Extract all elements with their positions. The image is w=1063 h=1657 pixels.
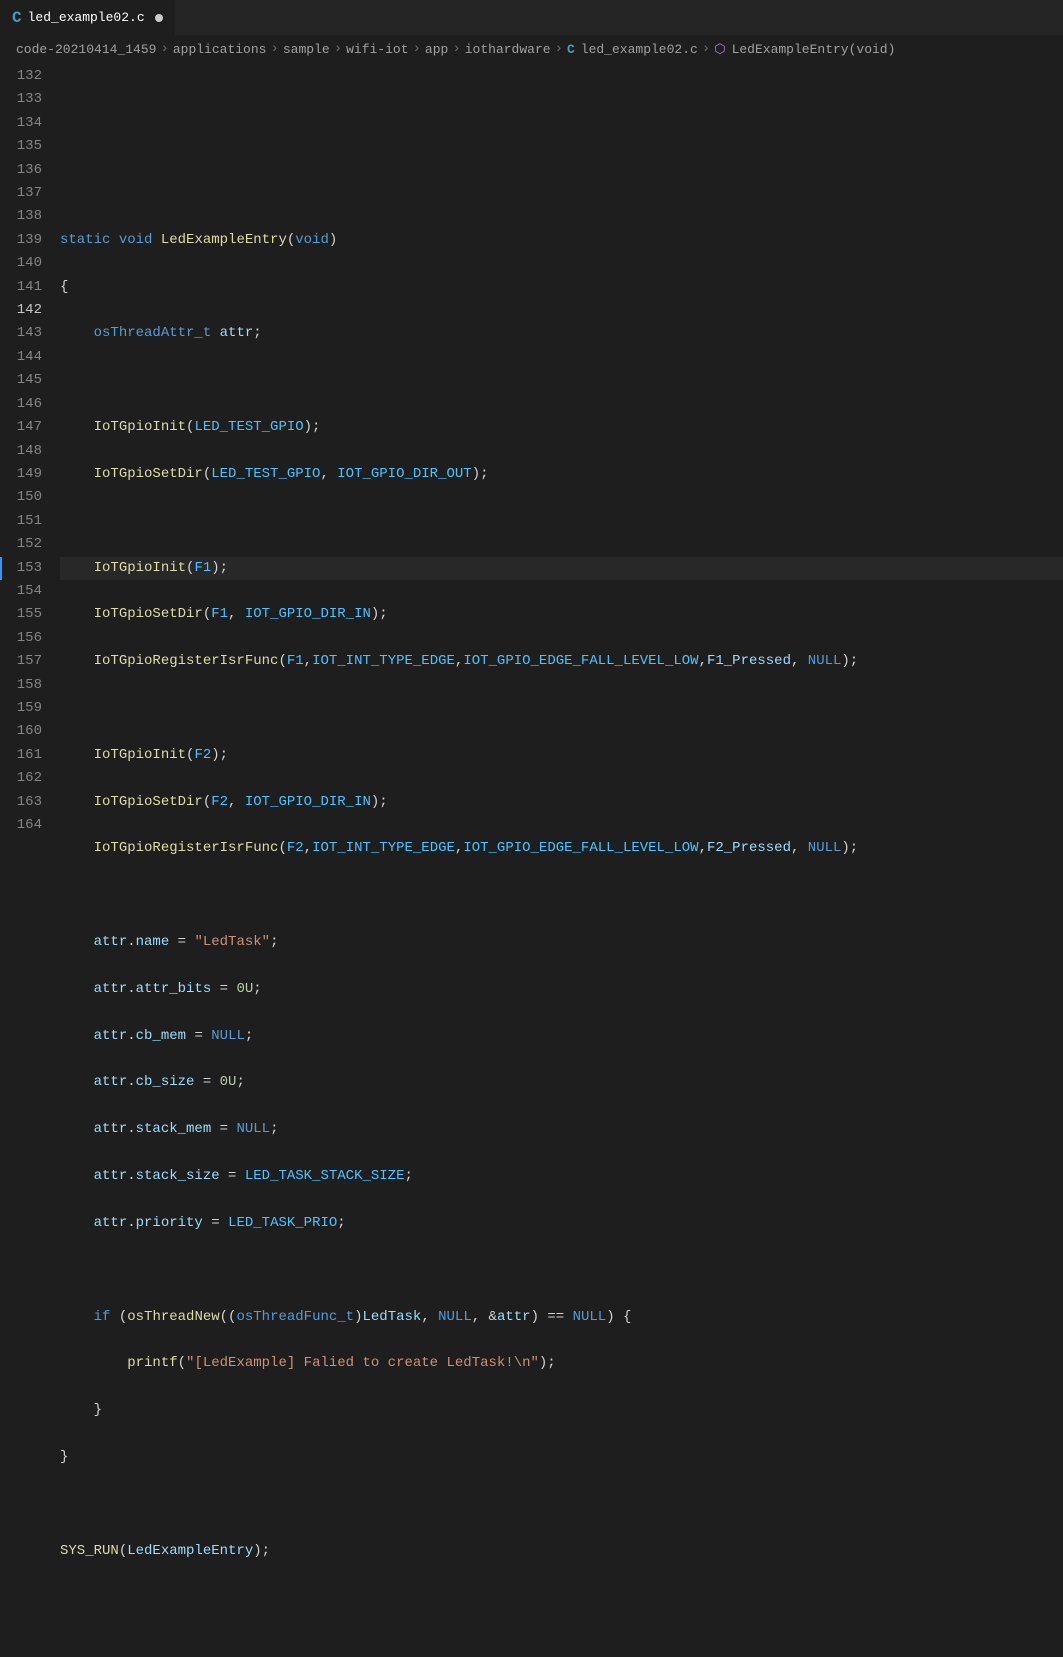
line-number: 158	[0, 674, 42, 697]
line-number: 156	[0, 627, 42, 650]
line-number: 142	[0, 299, 42, 322]
line-number: 146	[0, 393, 42, 416]
line-number: 153	[0, 557, 42, 580]
chevron-right-icon: ›	[270, 41, 278, 57]
code-line: IoTGpioSetDir(F1, IOT_GPIO_DIR_IN);	[60, 603, 1063, 626]
code-line: IoTGpioInit(LED_TEST_GPIO);	[60, 416, 1063, 439]
breadcrumb-item[interactable]: wifi-iot	[346, 42, 408, 57]
line-number: 133	[0, 88, 42, 111]
chevron-right-icon: ›	[555, 41, 563, 57]
code-line	[60, 510, 1063, 533]
code-line: osThreadAttr_t attr;	[60, 322, 1063, 345]
code-line: }	[60, 1446, 1063, 1469]
code-line	[60, 182, 1063, 205]
modified-indicator-icon	[155, 14, 163, 22]
line-number: 139	[0, 229, 42, 252]
breadcrumb-item[interactable]: sample	[283, 42, 330, 57]
code-line	[60, 1259, 1063, 1282]
line-number: 135	[0, 135, 42, 158]
code-line: IoTGpioSetDir(F2, IOT_GPIO_DIR_IN);	[60, 791, 1063, 814]
code-line: attr.cb_mem = NULL;	[60, 1025, 1063, 1048]
code-line: IoTGpioInit(F2);	[60, 744, 1063, 767]
chevron-right-icon: ›	[452, 41, 460, 57]
code-line: IoTGpioRegisterIsrFunc(F1,IOT_INT_TYPE_E…	[60, 650, 1063, 673]
tab-active[interactable]: C led_example02.c	[0, 0, 176, 35]
code-line	[60, 1586, 1063, 1609]
line-number: 134	[0, 112, 42, 135]
code-line	[60, 697, 1063, 720]
line-number: 138	[0, 205, 42, 228]
line-number: 154	[0, 580, 42, 603]
line-number: 161	[0, 744, 42, 767]
code-line: attr.priority = LED_TASK_PRIO;	[60, 1212, 1063, 1235]
breadcrumb: code-20210414_1459 › applications › samp…	[0, 35, 1063, 63]
line-number: 162	[0, 767, 42, 790]
line-number: 144	[0, 346, 42, 369]
chevron-right-icon: ›	[702, 41, 710, 57]
line-number: 150	[0, 486, 42, 509]
line-number: 157	[0, 650, 42, 673]
code-line: printf("[LedExample] Falied to create Le…	[60, 1352, 1063, 1375]
code-line: attr.attr_bits = 0U;	[60, 978, 1063, 1001]
code-line: if (osThreadNew((osThreadFunc_t)LedTask,…	[60, 1306, 1063, 1329]
code-line: static void LedExampleEntry(void)	[60, 229, 1063, 252]
code-line-active: IoTGpioInit(F1);	[60, 557, 1063, 580]
symbol-icon: ⬡	[714, 42, 725, 57]
code-line: attr.name = "LedTask";	[60, 931, 1063, 954]
line-number: 159	[0, 697, 42, 720]
line-number: 152	[0, 533, 42, 556]
line-number-gutter: 1321331341351361371381391401411421431441…	[0, 63, 60, 854]
line-number: 149	[0, 463, 42, 486]
chevron-right-icon: ›	[334, 41, 342, 57]
line-number: 160	[0, 720, 42, 743]
breadcrumb-item[interactable]: app	[425, 42, 448, 57]
line-number: 136	[0, 159, 42, 182]
code-line	[60, 1493, 1063, 1516]
breadcrumb-symbol[interactable]: LedExampleEntry(void)	[732, 42, 896, 57]
code-line: IoTGpioSetDir(LED_TEST_GPIO, IOT_GPIO_DI…	[60, 463, 1063, 486]
code-content[interactable]: static void LedExampleEntry(void) { osTh…	[60, 63, 1063, 854]
line-number: 137	[0, 182, 42, 205]
tab-bar: C led_example02.c	[0, 0, 1063, 35]
line-number: 145	[0, 369, 42, 392]
breadcrumb-item[interactable]: code-20210414_1459	[16, 42, 156, 57]
breadcrumb-item[interactable]: iothardware	[465, 42, 551, 57]
code-line	[60, 369, 1063, 392]
c-file-icon: C	[567, 42, 575, 57]
line-number: 164	[0, 814, 42, 837]
breadcrumb-item[interactable]: applications	[173, 42, 267, 57]
tab-filename: led_example02.c	[28, 10, 145, 25]
line-number: 151	[0, 510, 42, 533]
line-number: 163	[0, 791, 42, 814]
chevron-right-icon: ›	[160, 41, 168, 57]
code-line	[60, 135, 1063, 158]
line-number: 141	[0, 276, 42, 299]
code-line: attr.cb_size = 0U;	[60, 1071, 1063, 1094]
line-number: 140	[0, 252, 42, 275]
breadcrumb-file[interactable]: led_example02.c	[581, 42, 698, 57]
line-number: 155	[0, 603, 42, 626]
code-line: SYS_RUN(LedExampleEntry);	[60, 1540, 1063, 1563]
chevron-right-icon: ›	[413, 41, 421, 57]
code-line: attr.stack_mem = NULL;	[60, 1118, 1063, 1141]
code-line: IoTGpioRegisterIsrFunc(F2,IOT_INT_TYPE_E…	[60, 837, 1063, 860]
code-editor[interactable]: 1321331341351361371381391401411421431441…	[0, 63, 1063, 854]
line-number: 132	[0, 65, 42, 88]
line-number: 143	[0, 322, 42, 345]
code-line: {	[60, 276, 1063, 299]
c-file-icon: C	[12, 9, 22, 27]
line-number: 148	[0, 440, 42, 463]
code-line	[60, 884, 1063, 907]
code-line: attr.stack_size = LED_TASK_STACK_SIZE;	[60, 1165, 1063, 1188]
line-number: 147	[0, 416, 42, 439]
code-line: }	[60, 1399, 1063, 1422]
code-line	[60, 88, 1063, 111]
